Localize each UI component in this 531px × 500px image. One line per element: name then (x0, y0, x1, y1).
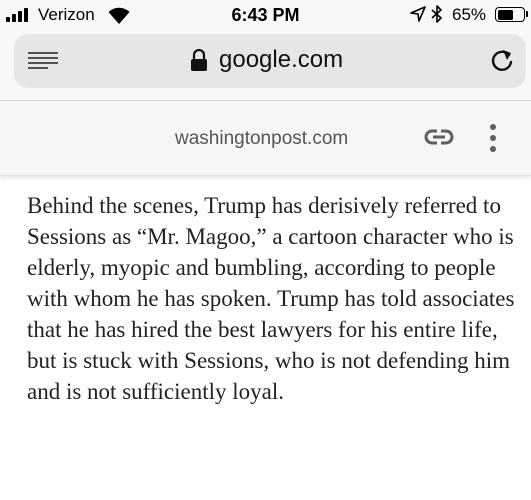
battery-cap (526, 11, 528, 17)
status-bar: Verizon 6:43 PM 65% (0, 0, 531, 30)
article-paragraph: Behind the scenes, Trump has derisively … (27, 193, 515, 404)
menu-icon[interactable] (28, 51, 58, 71)
battery-icon (495, 7, 525, 22)
browser-toolbar: google.com (0, 30, 531, 101)
url-text[interactable]: google.com (219, 46, 343, 74)
more-icon[interactable] (488, 123, 498, 153)
link-icon[interactable] (424, 127, 454, 147)
battery-percent: 65% (452, 5, 487, 24)
bluetooth-icon (431, 5, 442, 23)
amp-viewer-header: washingtonpost.com (0, 101, 531, 176)
reload-icon[interactable] (489, 48, 515, 74)
battery-level-fill (497, 9, 514, 20)
address-bar[interactable]: google.com (14, 34, 526, 88)
source-domain[interactable]: washingtonpost.com (175, 128, 348, 150)
location-icon (410, 6, 426, 22)
lock-icon (191, 49, 207, 71)
